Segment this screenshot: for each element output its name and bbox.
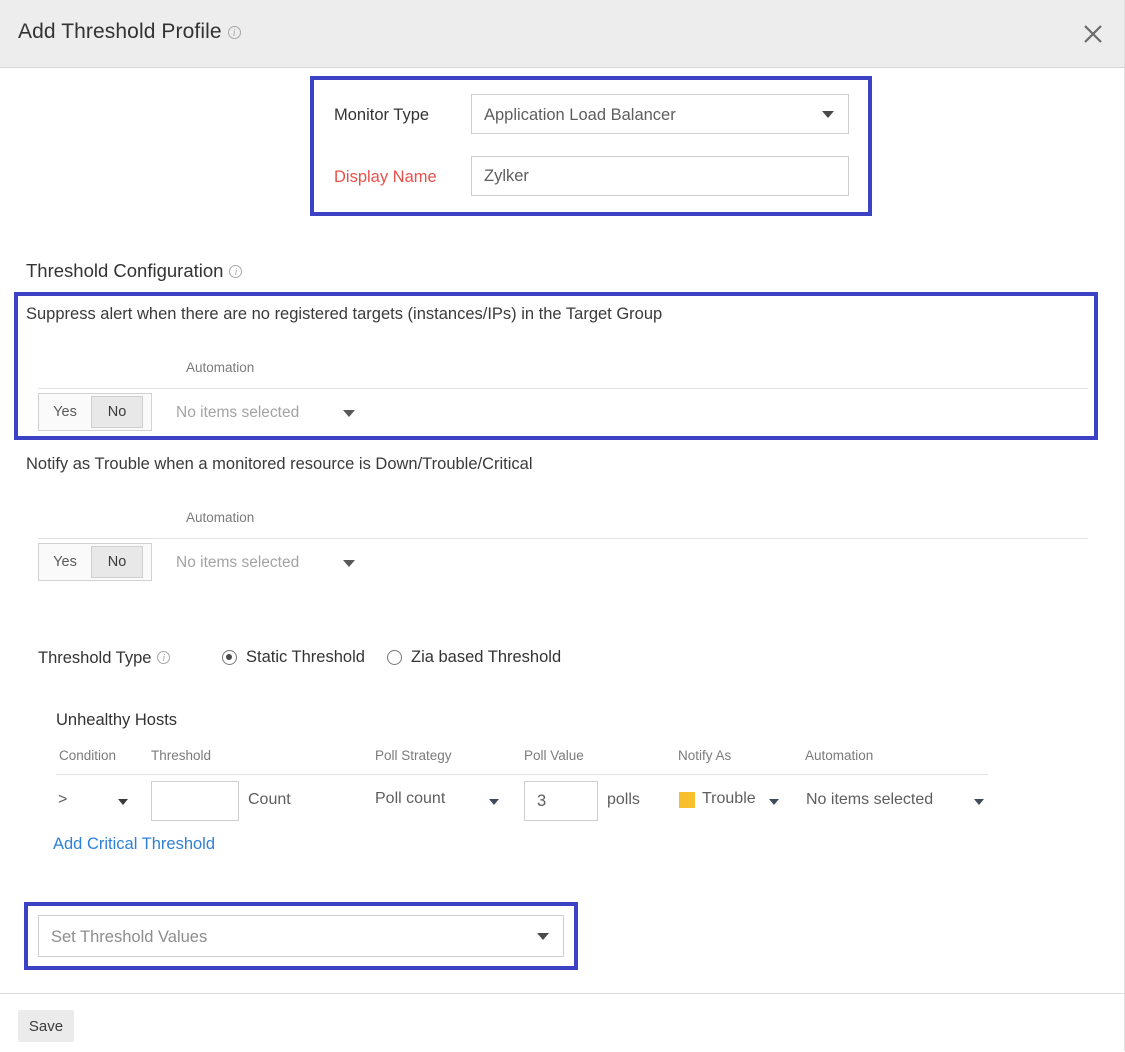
chevron-down-icon xyxy=(822,111,834,118)
threshold-value-input[interactable] xyxy=(151,781,239,821)
info-icon[interactable]: i xyxy=(157,651,170,664)
poll-strategy-value[interactable]: Poll count xyxy=(375,790,445,808)
table-header-threshold: Threshold xyxy=(151,748,211,763)
threshold-configuration-heading-text: Threshold Configuration xyxy=(26,260,223,281)
radio-dot-icon xyxy=(387,650,402,665)
suppress-automation-select[interactable]: No items selected xyxy=(176,404,299,422)
suppress-alert-statement: Suppress alert when there are no registe… xyxy=(26,305,662,324)
divider xyxy=(38,538,1088,539)
set-threshold-values-placeholder: Set Threshold Values xyxy=(51,928,207,946)
monitor-type-value: Application Load Balancer xyxy=(484,106,676,124)
notify-trouble-statement: Notify as Trouble when a monitored resou… xyxy=(26,455,533,474)
row-automation-select[interactable]: No items selected xyxy=(806,791,933,809)
table-header-notify-as: Notify As xyxy=(678,748,731,763)
radio-static-threshold[interactable]: Static Threshold xyxy=(222,648,365,667)
chevron-down-icon[interactable] xyxy=(343,410,355,417)
dialog-body: Monitor Type Application Load Balancer D… xyxy=(0,68,1125,993)
display-name-label: Display Name xyxy=(334,168,437,187)
threshold-configuration-heading: Threshold Configuration i xyxy=(26,260,242,282)
poll-value-unit-label: polls xyxy=(607,791,640,809)
table-header-poll-strategy: Poll Strategy xyxy=(375,748,452,763)
table-header-automation: Automation xyxy=(805,748,873,763)
notify-trouble-toggle-yes[interactable]: Yes xyxy=(39,544,91,580)
poll-value-input[interactable] xyxy=(524,781,598,821)
radio-static-threshold-label: Static Threshold xyxy=(246,648,365,667)
set-threshold-values-select[interactable]: Set Threshold Values xyxy=(38,915,564,957)
suppress-toggle-no[interactable]: No xyxy=(91,396,143,428)
monitor-type-label: Monitor Type xyxy=(334,106,429,125)
notify-as-value[interactable]: Trouble xyxy=(702,790,756,808)
close-icon[interactable] xyxy=(1075,16,1111,52)
notify-trouble-toggle[interactable]: Yes No xyxy=(38,543,152,581)
display-name-input[interactable] xyxy=(471,156,849,196)
chevron-down-icon[interactable] xyxy=(343,560,355,567)
save-button[interactable]: Save xyxy=(18,1010,74,1042)
chevron-down-icon xyxy=(537,933,549,940)
add-critical-threshold-link[interactable]: Add Critical Threshold xyxy=(53,835,215,854)
chevron-down-icon[interactable] xyxy=(118,799,128,805)
info-icon[interactable]: i xyxy=(228,26,241,39)
dialog-footer: Save xyxy=(0,993,1125,1052)
metric-title: Unhealthy Hosts xyxy=(56,711,177,730)
table-header-condition: Condition xyxy=(59,748,116,763)
chevron-down-icon[interactable] xyxy=(769,799,779,805)
threshold-unit-label: Count xyxy=(248,791,291,809)
divider xyxy=(38,388,1088,389)
condition-value: > xyxy=(58,791,67,809)
notify-trouble-automation-select[interactable]: No items selected xyxy=(176,554,299,572)
page-title-text: Add Threshold Profile xyxy=(18,20,222,43)
threshold-type-label: Threshold Type i xyxy=(38,649,170,668)
radio-zia-based-threshold[interactable]: Zia based Threshold xyxy=(387,648,561,667)
suppress-toggle-yes[interactable]: Yes xyxy=(39,394,91,430)
notify-trouble-automation-header: Automation xyxy=(186,510,254,525)
notify-trouble-toggle-no[interactable]: No xyxy=(91,546,143,578)
suppress-automation-header: Automation xyxy=(186,360,254,375)
table-header-poll-value: Poll Value xyxy=(524,748,584,763)
divider xyxy=(56,774,988,775)
threshold-type-label-text: Threshold Type xyxy=(38,649,151,667)
notify-as-color-swatch xyxy=(679,792,695,808)
info-icon[interactable]: i xyxy=(229,265,242,278)
monitor-type-select[interactable]: Application Load Balancer xyxy=(471,94,849,134)
chevron-down-icon[interactable] xyxy=(489,799,499,805)
page-title: Add Threshold Profile i xyxy=(18,20,241,44)
dialog-header: Add Threshold Profile i xyxy=(0,0,1125,68)
radio-dot-icon xyxy=(222,650,237,665)
suppress-alert-toggle[interactable]: Yes No xyxy=(38,393,152,431)
chevron-down-icon[interactable] xyxy=(974,799,984,805)
radio-zia-based-threshold-label: Zia based Threshold xyxy=(411,648,561,667)
